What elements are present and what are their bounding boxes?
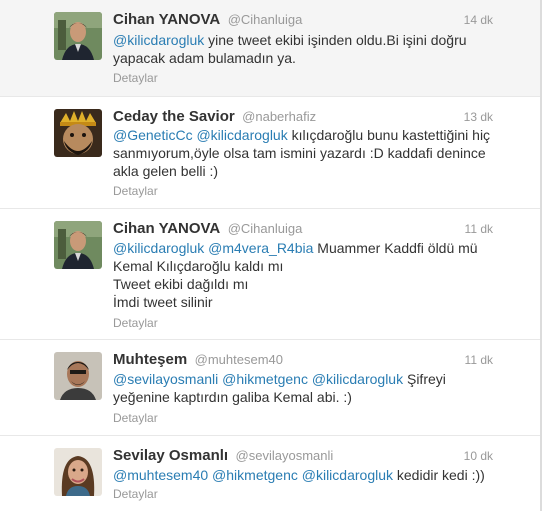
tweet-text-line: Kemal Kılıçdaroğlu kaldı mı (113, 257, 503, 275)
author-name[interactable]: Cihan YANOVA (113, 11, 220, 28)
author-username[interactable]: @sevilayosmanli (236, 448, 334, 463)
tweet-text-line: @kilicdarogluk @m4vera_R4bia Muammer Kad… (113, 239, 503, 257)
tweet-text-line: akla gelen belli :) (113, 162, 503, 180)
tweet-text-line: @GeneticCc @kilicdarogluk kılıçdaroğlu b… (113, 126, 503, 144)
tweet-text: @muhtesem40 @hikmetgenc @kilicdarogluk k… (113, 466, 503, 484)
tweet-text: @sevilayosmanli @hikmetgenc @kilicdarogl… (113, 370, 503, 406)
avatar[interactable] (54, 109, 102, 157)
tweet-text-segment: Şifreyi (403, 371, 446, 387)
mention-link[interactable]: @sevilayosmanli (113, 371, 218, 387)
mention-link[interactable]: @hikmetgenc (212, 467, 298, 483)
tweet-text-segment: İmdi tweet silinir (113, 294, 213, 310)
author-name[interactable]: Ceday the Savior (113, 108, 235, 125)
tweet-item[interactable]: Cihan YANOVA @Cihanluiga 11 dk @kilicdar… (0, 209, 542, 340)
avatar[interactable] (54, 352, 102, 400)
mention-link[interactable]: @kilicdarogluk (113, 32, 204, 48)
tweet-text: @GeneticCc @kilicdarogluk kılıçdaroğlu b… (113, 126, 503, 180)
tweet-timestamp[interactable]: 10 dk (455, 449, 493, 463)
author-username[interactable]: @Cihanluiga (228, 12, 303, 27)
author-username[interactable]: @Cihanluiga (228, 221, 303, 236)
mention-link[interactable]: @muhtesem40 (113, 467, 208, 483)
tweet-text-segment: yeğenine kaptırdın galiba Kemal abi. :) (113, 389, 352, 405)
tweet-timestamp[interactable]: 14 dk (455, 13, 493, 27)
mention-link[interactable]: @kilicdarogluk (312, 371, 403, 387)
tweet-text-line: @muhtesem40 @hikmetgenc @kilicdarogluk k… (113, 466, 503, 484)
avatar[interactable] (54, 12, 102, 60)
mention-link[interactable]: @hikmetgenc (222, 371, 308, 387)
tweet-timestamp[interactable]: 13 dk (455, 110, 493, 124)
tweet-text-segment: yine tweet ekibi işinden oldu.Bi işini d… (204, 32, 467, 48)
tweet-item[interactable]: Muhteşem @muhtesem40 11 dk @sevilayosman… (0, 340, 542, 436)
tweet-text: @kilicdarogluk @m4vera_R4bia Muammer Kad… (113, 239, 503, 311)
tweet-text-segment: yapacak adam bulamadın ya. (113, 50, 296, 66)
author-username[interactable]: @muhtesem40 (195, 352, 283, 367)
tweet-timeline: Cihan YANOVA @Cihanluiga 14 dk @kilicdar… (0, 0, 542, 511)
mention-link[interactable]: @kilicdarogluk (113, 240, 204, 256)
tweet-item[interactable]: Cihan YANOVA @Cihanluiga 14 dk @kilicdar… (0, 0, 542, 97)
tweet-timestamp[interactable]: 11 dk (455, 222, 493, 236)
tweet-text: @kilicdarogluk yine tweet ekibi işinden … (113, 31, 503, 67)
tweet-text-line: yeğenine kaptırdın galiba Kemal abi. :) (113, 388, 503, 406)
details-link[interactable]: Detaylar (113, 487, 158, 501)
avatar[interactable] (54, 221, 102, 269)
tweet-text-segment: kılıçdaroğlu bunu kastettiğini hiç (287, 127, 491, 143)
details-link[interactable]: Detaylar (113, 184, 158, 198)
tweet-timestamp[interactable]: 11 dk (455, 353, 493, 367)
details-link[interactable]: Detaylar (113, 411, 158, 425)
tweet-text-segment: Muammer Kaddfi öldü mü (313, 240, 478, 256)
tweet-item[interactable]: Ceday the Savior @naberhafiz 13 dk @Gene… (0, 97, 542, 209)
mention-link[interactable]: @GeneticCc (113, 127, 193, 143)
tweet-text-line: Tweet ekibi dağıldı mı (113, 275, 503, 293)
tweet-item[interactable]: Sevilay Osmanlı @sevilayosmanli 10 dk @m… (0, 436, 542, 511)
tweet-text-segment: Kemal Kılıçdaroğlu kaldı mı (113, 258, 284, 274)
tweet-text-segment: akla gelen belli :) (113, 163, 219, 179)
tweet-text-line: yapacak adam bulamadın ya. (113, 49, 503, 67)
tweet-text-line: sanmıyorum,öyle olsa tam ismini yazardı … (113, 144, 503, 162)
details-link[interactable]: Detaylar (113, 316, 158, 330)
tweet-text-segment: kedidir kedi :)) (393, 467, 485, 483)
author-name[interactable]: Cihan YANOVA (113, 220, 220, 237)
details-link[interactable]: Detaylar (113, 71, 158, 85)
avatar[interactable] (54, 448, 102, 496)
author-name[interactable]: Muhteşem (113, 351, 187, 368)
mention-link[interactable]: @kilicdarogluk (196, 127, 287, 143)
tweet-text-line: @sevilayosmanli @hikmetgenc @kilicdarogl… (113, 370, 503, 388)
mention-link[interactable]: @m4vera_R4bia (208, 240, 313, 256)
author-name[interactable]: Sevilay Osmanlı (113, 447, 228, 464)
author-username[interactable]: @naberhafiz (242, 109, 316, 124)
tweet-text-line: İmdi tweet silinir (113, 293, 503, 311)
mention-link[interactable]: @kilicdarogluk (302, 467, 393, 483)
tweet-text-segment: Tweet ekibi dağıldı mı (113, 276, 249, 292)
tweet-text-line: @kilicdarogluk yine tweet ekibi işinden … (113, 31, 503, 49)
tweet-text-segment: sanmıyorum,öyle olsa tam ismini yazardı … (113, 145, 486, 161)
